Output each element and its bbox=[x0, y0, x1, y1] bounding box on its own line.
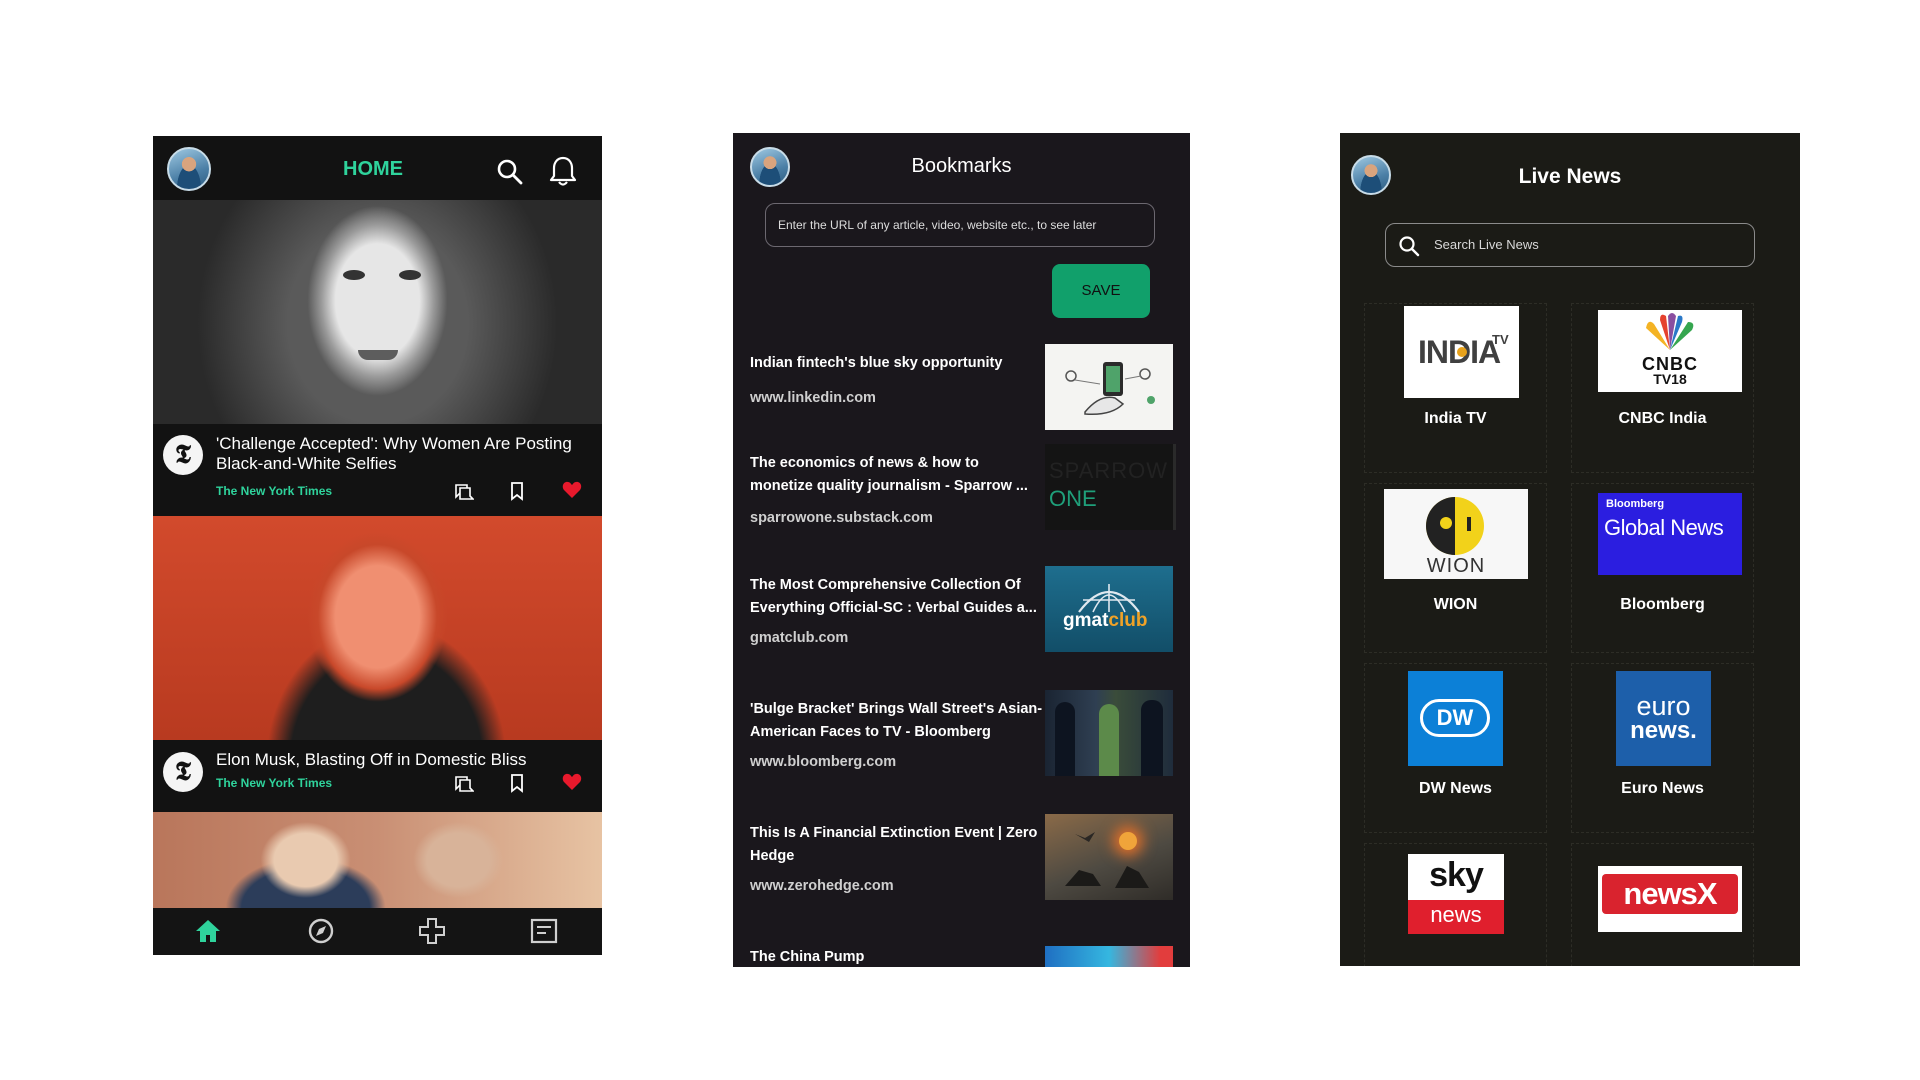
article-card[interactable]: 𝕿 Elon Musk, Blasting Off in Domestic Bl… bbox=[153, 740, 602, 812]
logo-text: WION bbox=[1426, 555, 1486, 577]
home-screen: HOME 𝕿 'Challenge Accepted': Why Women A… bbox=[153, 136, 602, 955]
bookmark-icon[interactable] bbox=[506, 480, 528, 502]
channel-name: Euro News bbox=[1621, 780, 1704, 797]
globe-icon bbox=[1078, 584, 1140, 613]
channel-name: DW News bbox=[1419, 780, 1492, 797]
article-title[interactable]: Elon Musk, Blasting Off in Domestic Blis… bbox=[216, 750, 572, 770]
bookmark-url: www.linkedin.com bbox=[750, 390, 876, 406]
heart-icon[interactable] bbox=[561, 479, 583, 501]
article-image[interactable] bbox=[153, 516, 602, 740]
thumb-text: club bbox=[1108, 610, 1148, 631]
india-tv-logo: INDIA TV bbox=[1404, 306, 1519, 398]
bottom-nav bbox=[153, 908, 602, 955]
home-icon[interactable] bbox=[193, 916, 223, 946]
home-top-bar: HOME bbox=[153, 136, 602, 200]
bookmark-thumbnail: gmatclub bbox=[1045, 566, 1173, 652]
bookmark-title: The economics of news & how to monetize … bbox=[750, 455, 1028, 494]
channel-name: India TV bbox=[1424, 410, 1487, 427]
feed-icon[interactable] bbox=[529, 916, 559, 946]
article-source: The New York Times bbox=[216, 776, 333, 790]
bookmark-title: The China Pump bbox=[750, 949, 865, 965]
page-title: Bookmarks bbox=[911, 155, 1012, 177]
newsx-logo: newsX bbox=[1598, 866, 1742, 932]
plus-icon[interactable] bbox=[417, 916, 447, 946]
bookmark-thumbnail bbox=[1045, 690, 1173, 776]
cnbc-logo: CNBC TV18 bbox=[1598, 310, 1742, 392]
article-title[interactable]: 'Challenge Accepted': Why Women Are Post… bbox=[216, 434, 572, 474]
bookmark-item[interactable]: The China Pump bbox=[733, 938, 1190, 967]
save-button[interactable]: SAVE bbox=[1052, 264, 1150, 318]
channel-name: CNBC India bbox=[1618, 410, 1707, 427]
logo-text: TV bbox=[1492, 332, 1509, 347]
bookmark-url: www.bloomberg.com bbox=[750, 754, 897, 770]
bell-icon[interactable] bbox=[548, 154, 578, 188]
bookmark-url: gmatclub.com bbox=[750, 630, 849, 646]
logo-text: Bloomberg bbox=[1606, 498, 1665, 510]
comment-icon[interactable] bbox=[452, 772, 474, 794]
channel-card-wion[interactable]: WION WION bbox=[1364, 483, 1547, 653]
bookmark-title: The Most Comprehensive Collection Of Eve… bbox=[750, 577, 1037, 616]
channel-name: Bloomberg bbox=[1620, 596, 1705, 613]
logo-text: sky bbox=[1429, 856, 1484, 894]
logo-text: newsX bbox=[1602, 874, 1738, 914]
channel-card-euronews[interactable]: euro news. Euro News bbox=[1571, 663, 1754, 833]
bookmark-url: sparrowone.substack.com bbox=[750, 510, 933, 526]
article-image[interactable] bbox=[153, 200, 602, 424]
dw-logo: DW bbox=[1408, 671, 1503, 766]
channel-card-india-tv[interactable]: INDIA TV India TV bbox=[1364, 303, 1547, 473]
page-title: Live News bbox=[1518, 165, 1622, 188]
nyt-logo-icon: 𝕿 bbox=[163, 435, 203, 475]
logo-text: Global News bbox=[1604, 515, 1724, 540]
sky-news-logo: sky news bbox=[1408, 854, 1504, 934]
bookmark-title: This Is A Financial Extinction Event | Z… bbox=[750, 825, 1038, 864]
live-news-screen: Live News Search Live News INDIA TV Indi… bbox=[1340, 133, 1800, 966]
bookmark-item[interactable]: The Most Comprehensive Collection Of Eve… bbox=[733, 566, 1190, 666]
bookmark-url: www.zerohedge.com bbox=[750, 878, 894, 894]
bookmark-thumbnail bbox=[1045, 814, 1173, 900]
compass-icon[interactable] bbox=[306, 916, 336, 946]
search-icon bbox=[1399, 236, 1420, 257]
logo-text: DW bbox=[1420, 699, 1490, 737]
bookmark-item[interactable]: The economics of news & how to monetize … bbox=[733, 444, 1190, 544]
search-input[interactable]: Search Live News bbox=[1385, 223, 1755, 267]
bookmark-thumbnail: SPARROW ONE bbox=[1045, 444, 1176, 530]
thumb-text: ONE bbox=[1049, 486, 1097, 511]
url-input[interactable]: Enter the URL of any article, video, web… bbox=[765, 203, 1155, 247]
bookmark-item[interactable]: This Is A Financial Extinction Event | Z… bbox=[733, 814, 1190, 914]
logo-text: TV18 bbox=[1653, 371, 1687, 387]
search-icon[interactable] bbox=[496, 158, 524, 186]
channel-name: WION bbox=[1433, 596, 1478, 613]
heart-icon[interactable] bbox=[561, 771, 583, 793]
channel-card-sky-news[interactable]: sky news bbox=[1364, 843, 1547, 966]
nyt-logo-icon: 𝕿 bbox=[163, 752, 203, 792]
article-card[interactable]: 𝕿 'Challenge Accepted': Why Women Are Po… bbox=[153, 424, 602, 516]
bookmark-item[interactable]: Indian fintech's blue sky opportunity ww… bbox=[733, 344, 1190, 444]
bookmark-title: Indian fintech's blue sky opportunity bbox=[750, 355, 1003, 371]
article-image[interactable] bbox=[153, 812, 602, 908]
wion-logo: WION bbox=[1384, 489, 1528, 579]
bloomberg-logo: Bloomberg Global News bbox=[1598, 493, 1742, 575]
logo-text: news. bbox=[1630, 717, 1697, 744]
bookmark-thumbnail bbox=[1045, 344, 1173, 430]
comment-icon[interactable] bbox=[452, 480, 474, 502]
euronews-logo: euro news. bbox=[1616, 671, 1711, 766]
search-placeholder: Search Live News bbox=[1434, 237, 1539, 252]
page-title: HOME bbox=[343, 158, 403, 180]
article-source: The New York Times bbox=[216, 484, 333, 498]
channel-card-dw[interactable]: DW DW News bbox=[1364, 663, 1547, 833]
bookmark-item[interactable]: 'Bulge Bracket' Brings Wall Street's Asi… bbox=[733, 690, 1190, 790]
logo-text: news bbox=[1408, 900, 1504, 934]
channel-card-bloomberg[interactable]: Bloomberg Global News Bloomberg bbox=[1571, 483, 1754, 653]
dinosaur-icon bbox=[1065, 832, 1149, 888]
channel-card-newsx[interactable]: newsX bbox=[1571, 843, 1754, 966]
thumb-text: gmat bbox=[1063, 610, 1109, 631]
bookmark-thumbnail bbox=[1045, 946, 1173, 967]
avatar[interactable] bbox=[167, 147, 211, 191]
bookmark-title: 'Bulge Bracket' Brings Wall Street's Asi… bbox=[750, 701, 1043, 740]
channel-card-cnbc[interactable]: CNBC TV18 CNBC India bbox=[1571, 303, 1754, 473]
thumb-text: SPARROW bbox=[1049, 458, 1169, 483]
bookmark-icon[interactable] bbox=[506, 772, 528, 794]
bookmarks-screen: Bookmarks Enter the URL of any article, … bbox=[733, 133, 1190, 967]
